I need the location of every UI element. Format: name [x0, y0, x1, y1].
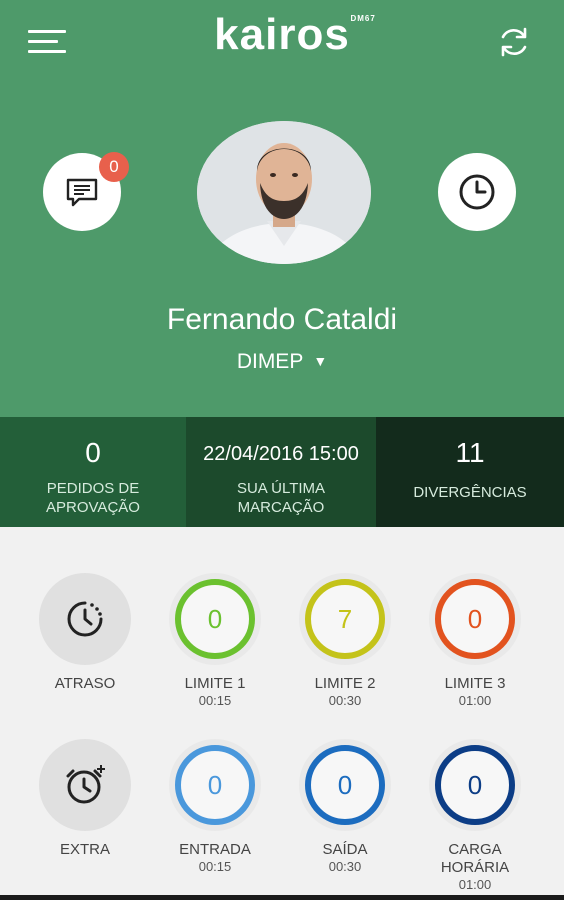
tile-value: 0 — [207, 604, 223, 634]
tile-sub: 01:00 — [458, 693, 492, 708]
chevron-down-icon: ▼ — [313, 353, 328, 369]
tile-value: 0 — [337, 770, 353, 800]
tile-carga-horaria[interactable]: 0 CARGA HORÁRIA 01:00 — [410, 739, 540, 893]
tile-label: SAÍDA — [322, 841, 368, 858]
clock-extra-icon — [39, 739, 131, 831]
clock-button[interactable] — [438, 153, 516, 231]
tile-label: EXTRA — [59, 841, 110, 858]
stat-value: 0 — [85, 437, 101, 468]
tile-label: ENTRADA — [179, 841, 251, 858]
clock-late-icon — [39, 573, 131, 665]
tile-value: 7 — [337, 604, 353, 634]
tile-label: LIMITE 3 — [444, 675, 506, 692]
tile-label: ATRASO — [54, 675, 116, 692]
app-header: kairos DM67 0 Fernando Cataldi DIMEP ▼ — [0, 0, 564, 417]
tile-sub: 00:30 — [328, 693, 362, 708]
tile-atraso[interactable]: ATRASO — [20, 573, 150, 693]
company-selector[interactable]: DIMEP ▼ — [0, 350, 564, 374]
company-name: DIMEP — [236, 350, 304, 373]
refresh-icon[interactable] — [496, 24, 532, 60]
indicators-grid: ATRASO 0 LIMITE 1 00:15 7 LIMITE 2 00:30… — [0, 527, 564, 900]
stat-label: PEDIDOS DE APROVAÇÃO — [46, 480, 140, 516]
tile-saida[interactable]: 0 SAÍDA 00:30 — [280, 739, 410, 875]
messages-badge: 0 — [99, 152, 129, 182]
tile-sub: 00:15 — [198, 859, 232, 874]
stat-divergences[interactable]: 11 DIVERGÊNCIAS — [376, 417, 564, 527]
tile-limite-2[interactable]: 7 LIMITE 2 00:30 — [280, 573, 410, 709]
stat-last-punch[interactable]: 22/04/2016 15:00 SUA ÚLTIMA MARCAÇÃO — [186, 417, 376, 527]
stat-label: SUA ÚLTIMA MARCAÇÃO — [236, 480, 326, 516]
bottom-edge — [0, 895, 564, 900]
tile-limite-3[interactable]: 0 LIMITE 3 01:00 — [410, 573, 540, 709]
tile-value: 0 — [467, 604, 483, 634]
stat-pending-approvals[interactable]: 0 PEDIDOS DE APROVAÇÃO — [0, 417, 186, 527]
avatar[interactable] — [197, 121, 371, 264]
tile-sub: 00:30 — [328, 859, 362, 874]
stats-bar: 0 PEDIDOS DE APROVAÇÃO 22/04/2016 15:00 … — [0, 417, 564, 527]
user-name: Fernando Cataldi — [166, 303, 398, 336]
stat-value: 11 — [455, 437, 485, 468]
tile-label: CARGA HORÁRIA — [440, 841, 510, 876]
tile-value: 0 — [467, 770, 483, 800]
tile-extra[interactable]: EXTRA — [20, 739, 150, 859]
tile-limite-1[interactable]: 0 LIMITE 1 00:15 — [150, 573, 280, 709]
chat-icon — [66, 178, 98, 207]
tile-entrada[interactable]: 0 ENTRADA 00:15 — [150, 739, 280, 875]
tile-label: LIMITE 2 — [314, 675, 376, 692]
stat-value: 22/04/2016 15:00 — [203, 443, 359, 465]
tile-sub: 00:15 — [198, 693, 232, 708]
tile-value: 0 — [207, 770, 223, 800]
tile-sub: 01:00 — [458, 877, 492, 892]
clock-icon — [459, 174, 495, 210]
stat-label: DIVERGÊNCIAS — [413, 484, 527, 501]
tile-label: LIMITE 1 — [184, 675, 246, 692]
kairos-logo: kairos DM67 — [214, 10, 376, 59]
